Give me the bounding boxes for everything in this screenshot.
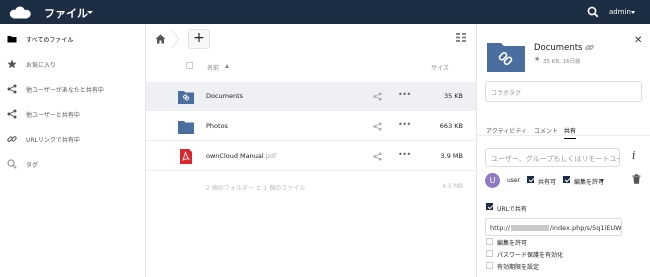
more-actions-icon[interactable]: •••: [398, 90, 411, 99]
new-file-button[interactable]: +: [188, 29, 210, 49]
file-name[interactable]: Documents: [206, 92, 243, 100]
more-actions-icon[interactable]: •••: [398, 150, 411, 159]
shared-folder-thumbnail-icon: [487, 43, 525, 72]
pdf-icon: [180, 149, 192, 164]
folder-icon: [7, 36, 17, 43]
file-list-area: + 名前 サイズ Documents ••• 35 KB Photos ••• …: [146, 24, 476, 277]
nav-shared-by-link[interactable]: URLリンクで共有中: [0, 127, 145, 152]
breadcrumb-separator-icon: [171, 30, 180, 48]
nav-tags[interactable]: タグ: [0, 152, 145, 177]
user-menu[interactable]: admin: [609, 8, 631, 16]
tab-activity[interactable]: アクティビティ: [486, 126, 527, 135]
search-icon[interactable]: [587, 6, 599, 18]
sort-ascending-icon[interactable]: [225, 64, 229, 68]
tab-sharing[interactable]: 共有: [564, 126, 577, 139]
link-password-checkbox[interactable]: [486, 250, 493, 257]
tag-icon: [7, 159, 17, 169]
share-icon[interactable]: [373, 152, 382, 161]
share-icon: [7, 84, 17, 94]
redacted-host: [510, 225, 549, 231]
favorite-star-icon[interactable]: ★: [534, 55, 540, 63]
share-icon: [7, 109, 17, 119]
share-link-url: http:///index.php/s/5q1iEUWx: [490, 224, 622, 232]
app-menu-caret-icon[interactable]: [87, 11, 93, 14]
file-row-photos[interactable]: Photos ••• 663 KB: [146, 112, 476, 141]
file-row-documents[interactable]: Documents ••• 35 KB: [146, 82, 476, 111]
tab-comments[interactable]: コメント: [534, 126, 558, 135]
details-meta: 35 KB, 16日前: [543, 59, 581, 65]
file-size: 663 KB: [439, 122, 463, 130]
tab-divider: [477, 135, 650, 136]
share-link-label: URLで共有: [497, 206, 527, 213]
share-input-placeholder: ユーザー、グループもしくはリモートユーザーと共有: [491, 155, 619, 163]
link-icon: [7, 136, 17, 142]
file-name[interactable]: Photos: [206, 122, 228, 130]
nav-shared-with-you[interactable]: 他ユーザーがあなたと共有中: [0, 77, 145, 102]
details-file-name: Documents: [534, 43, 583, 53]
share-user-name: user: [507, 177, 521, 184]
permalink-icon[interactable]: [585, 43, 594, 52]
nav-all-files[interactable]: すべてのファイル: [0, 27, 145, 52]
app-navigation: すべてのファイル お気に入り 他ユーザーがあなたと共有中 他ユーザーと共有中 U…: [0, 24, 146, 277]
avatar: U: [485, 173, 500, 188]
user-menu-caret-icon[interactable]: [631, 11, 635, 14]
file-row-manual[interactable]: ownCloud Manual.pdf ••• 3.9 MB: [146, 142, 476, 171]
can-edit-checkbox[interactable]: [563, 176, 570, 183]
app-menu-title[interactable]: ファイル: [44, 5, 88, 21]
tags-placeholder: コラボタグ: [491, 90, 522, 97]
select-all-checkbox[interactable]: [186, 62, 193, 69]
folder-icon: [178, 121, 194, 134]
nav-label: 他ユーザーがあなたと共有中: [26, 87, 104, 94]
link-expiry-label: 有効期限を設定: [497, 264, 540, 271]
trash-icon[interactable]: [632, 174, 641, 184]
can-share-checkbox[interactable]: [527, 176, 534, 183]
link-password-label: パスワード保護を有効化: [497, 252, 564, 259]
star-icon: [7, 59, 17, 69]
close-icon[interactable]: ✕: [634, 35, 642, 46]
more-actions-icon[interactable]: •••: [398, 120, 411, 129]
edit-permissions-caret-icon[interactable]: [600, 179, 604, 182]
file-summary: 2 個のフォルダー と 1 個のファイル: [206, 185, 306, 192]
can-share-label: 共有可: [538, 179, 557, 186]
collaborative-tags-input[interactable]: コラボタグ: [485, 81, 642, 102]
column-header-size[interactable]: サイズ: [431, 63, 449, 72]
share-icon[interactable]: [373, 122, 382, 131]
nav-label: タグ: [26, 162, 39, 169]
share-icon[interactable]: [373, 92, 382, 101]
shared-folder-icon: [178, 91, 194, 104]
share-link-url-field[interactable]: http:///index.php/s/5q1iEUWx: [485, 218, 622, 236]
nav-label: 他ユーザーと共有中: [26, 112, 80, 119]
nav-shared-with-others[interactable]: 他ユーザーと共有中: [0, 102, 145, 127]
grid-view-icon[interactable]: [456, 33, 466, 42]
link-allow-edit-checkbox[interactable]: [486, 238, 493, 245]
info-icon[interactable]: i: [632, 149, 636, 162]
top-bar: ファイル admin: [0, 0, 650, 24]
owncloud-logo-icon[interactable]: [7, 6, 33, 19]
link-allow-edit-label: 編集を許可: [497, 240, 528, 247]
home-icon[interactable]: [155, 34, 166, 44]
column-header-name[interactable]: 名前: [207, 63, 219, 72]
share-with-input[interactable]: ユーザー、グループもしくはリモートユーザーと共有: [485, 148, 620, 167]
nav-label: URLリンクで共有中: [26, 137, 80, 144]
nav-favorites[interactable]: お気に入り: [0, 52, 145, 77]
link-expiry-checkbox[interactable]: [486, 262, 493, 269]
file-size: 35 KB: [443, 92, 463, 100]
details-sidebar: Documents ★ 35 KB, 16日前 ✕ コラボタグ アクティビティ …: [476, 24, 650, 277]
nav-label: すべてのファイル: [26, 37, 74, 44]
file-name[interactable]: ownCloud Manual.pdf: [206, 152, 276, 160]
nav-label: お気に入り: [26, 62, 57, 69]
file-summary-size: 4.5 MB: [442, 183, 463, 190]
file-size: 3.9 MB: [440, 152, 463, 160]
share-link-checkbox[interactable]: [486, 203, 493, 210]
